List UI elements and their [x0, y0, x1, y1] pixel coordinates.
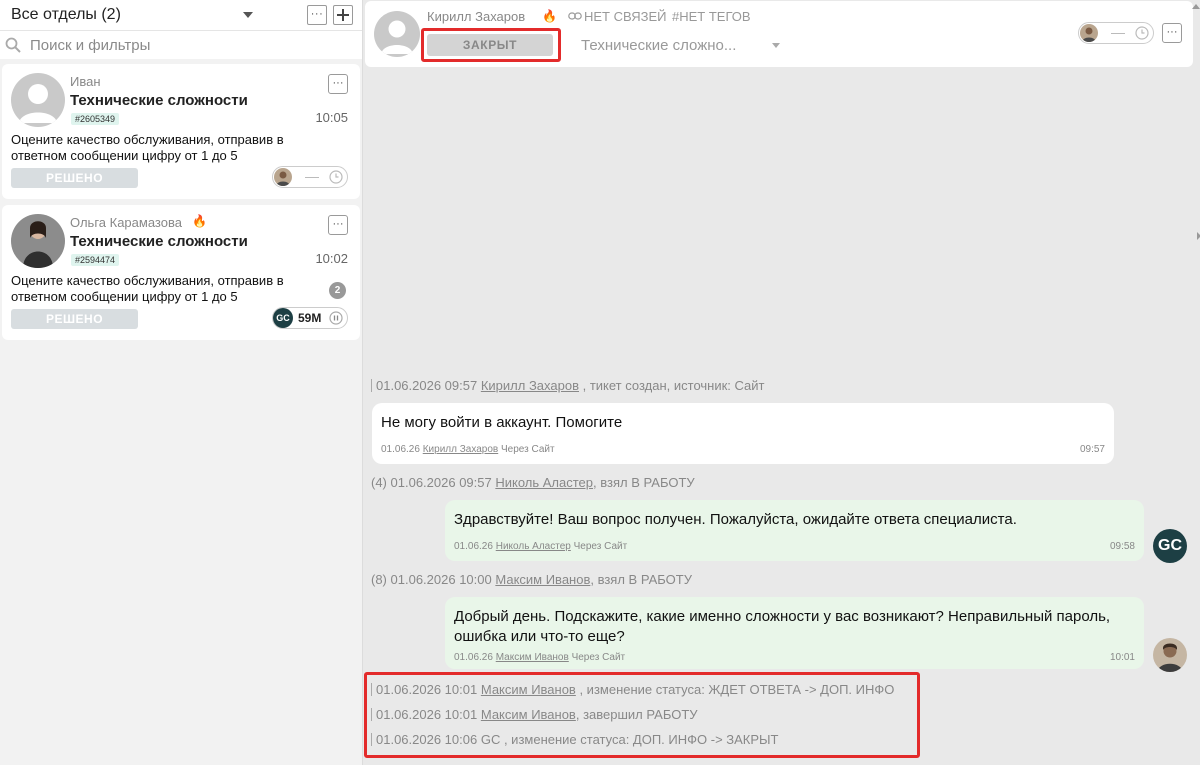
fire-icon: 🔥 — [192, 214, 207, 228]
message-meta: 01.06.26 Николь Аластер Через Сайт — [454, 541, 628, 552]
agent-avatar — [274, 168, 292, 186]
message-meta: 01.06.26 Кирилл Захаров Через Сайт — [381, 444, 555, 455]
event-user-link[interactable]: Максим Иванов — [495, 572, 590, 587]
agent-avatar: GC — [1153, 529, 1187, 563]
event-text: , взял В РАБОТУ — [593, 475, 695, 490]
event-line: 01.06.2026 09:57 Кирилл Захаров , тикет … — [371, 378, 765, 393]
ticket-timer[interactable] — [272, 166, 348, 188]
ticket-time: 10:05 — [315, 110, 348, 125]
search-icon — [5, 37, 21, 53]
department-bar: Все отделы (2) ··· — [0, 0, 362, 31]
message-text: Добрый день. Подскажите, какие именно сл… — [454, 608, 1111, 645]
ticket-client-name: Иван — [70, 74, 101, 89]
event-user-link[interactable]: Николь Аластер — [495, 475, 593, 490]
links-label[interactable]: НЕТ СВЯЗЕЙ — [584, 9, 667, 24]
clock-icon — [1135, 26, 1149, 40]
ticket-card[interactable]: Ольга Карамазова 🔥 Технические сложности… — [2, 205, 360, 340]
agent-badge: GC — [273, 308, 293, 328]
ticket-id-badge: #2605349 — [71, 113, 120, 125]
avatar — [11, 73, 65, 127]
message-bubble: Здравствуйте! Ваш вопрос получен. Пожалу… — [445, 500, 1144, 561]
status-badge: РЕШЕНО — [11, 168, 138, 188]
event-line: (8) 01.06.2026 10:00 Максим Иванов, взял… — [371, 572, 692, 587]
message-author-link[interactable]: Максим Иванов — [496, 652, 569, 663]
link-icon — [568, 12, 582, 20]
ticket-card[interactable]: Иван Технические сложности #2605349 ··· … — [2, 64, 360, 199]
message-time: 09:58 — [1109, 541, 1135, 552]
more-icon: ··· — [1166, 26, 1178, 38]
ticket-more-button[interactable]: ··· — [328, 74, 348, 94]
fire-icon: 🔥 — [542, 9, 557, 23]
chevron-down-icon[interactable] — [772, 43, 780, 48]
ticket-client-name: Ольга Карамазова — [70, 215, 182, 230]
avatar — [11, 214, 65, 268]
message-meta: 01.06.26 Максим Иванов Через Сайт — [454, 652, 626, 663]
unread-count-badge: 2 — [329, 282, 346, 299]
message-author-link[interactable]: Кирилл Захаров — [423, 444, 499, 455]
add-ticket-button[interactable] — [333, 5, 353, 25]
ticket-id-badge: #2594474 — [71, 254, 120, 266]
chevron-down-icon[interactable] — [243, 12, 253, 18]
event-text: , взял В РАБОТУ — [590, 572, 692, 587]
message-time: 10:01 — [1109, 652, 1135, 663]
message-time: 09:57 — [1079, 444, 1105, 455]
ticket-preview: Оцените качество обслуживания, отправив … — [11, 273, 284, 304]
timer-value: 59M — [298, 311, 322, 325]
log-highlight-box — [364, 672, 920, 758]
topic-select[interactable]: Технические сложно... — [581, 37, 736, 54]
more-icon: ··· — [332, 218, 344, 230]
pause-icon[interactable] — [329, 311, 343, 325]
more-options-button[interactable]: ··· — [307, 5, 327, 25]
clock-icon — [329, 170, 343, 184]
status-highlight-box — [421, 28, 561, 62]
more-icon: ··· — [310, 8, 324, 20]
client-name[interactable]: Кирилл Захаров — [427, 9, 525, 24]
event-time: 01.06.2026 10:00 — [390, 572, 492, 587]
chat-header: Кирилл Захаров 🔥 НЕТ СВЯЗЕЙ #НЕТ ТЕГОВ З… — [365, 1, 1193, 67]
tags-label[interactable]: #НЕТ ТЕГОВ — [672, 9, 751, 24]
scroll-up-arrow[interactable] — [1192, 4, 1200, 9]
event-user-link[interactable]: Кирилл Захаров — [481, 378, 579, 393]
search-input[interactable] — [30, 35, 330, 55]
search-bar — [0, 31, 362, 59]
ticket-preview: Оцените качество обслуживания, отправив … — [11, 132, 284, 163]
more-options-button[interactable]: ··· — [1162, 23, 1182, 43]
department-title[interactable]: Все отделы (2) — [11, 6, 121, 24]
more-icon: ··· — [332, 77, 344, 89]
message-text: Здравствуйте! Ваш вопрос получен. Пожалу… — [454, 511, 1017, 528]
message-bubble: Не могу войти в аккаунт. Помогите 01.06.… — [372, 403, 1114, 464]
avatar — [374, 11, 420, 57]
message-author-link[interactable]: Николь Аластер — [496, 541, 571, 552]
event-text: , тикет создан, источник: Сайт — [579, 378, 765, 393]
event-time: 01.06.2026 09:57 — [390, 475, 492, 490]
ticket-topic: Технические сложности — [70, 92, 248, 109]
ticket-list-panel: Все отделы (2) ··· Иван Технические слож… — [0, 0, 363, 765]
agent-avatar — [1080, 24, 1098, 42]
event-time: 01.06.2026 09:57 — [376, 378, 478, 393]
ticket-time: 10:02 — [315, 251, 348, 266]
ticket-timer[interactable] — [1078, 22, 1154, 44]
ticket-timer[interactable]: GC 59M — [272, 307, 348, 329]
ticket-more-button[interactable]: ··· — [328, 215, 348, 235]
message-text: Не могу войти в аккаунт. Помогите — [381, 414, 623, 431]
message-bubble: Добрый день. Подскажите, какие именно сл… — [445, 597, 1144, 669]
agent-avatar — [1153, 638, 1187, 672]
status-badge: РЕШЕНО — [11, 309, 138, 329]
event-line: (4) 01.06.2026 09:57 Николь Аластер, взя… — [371, 475, 695, 490]
ticket-topic: Технические сложности — [70, 233, 248, 250]
